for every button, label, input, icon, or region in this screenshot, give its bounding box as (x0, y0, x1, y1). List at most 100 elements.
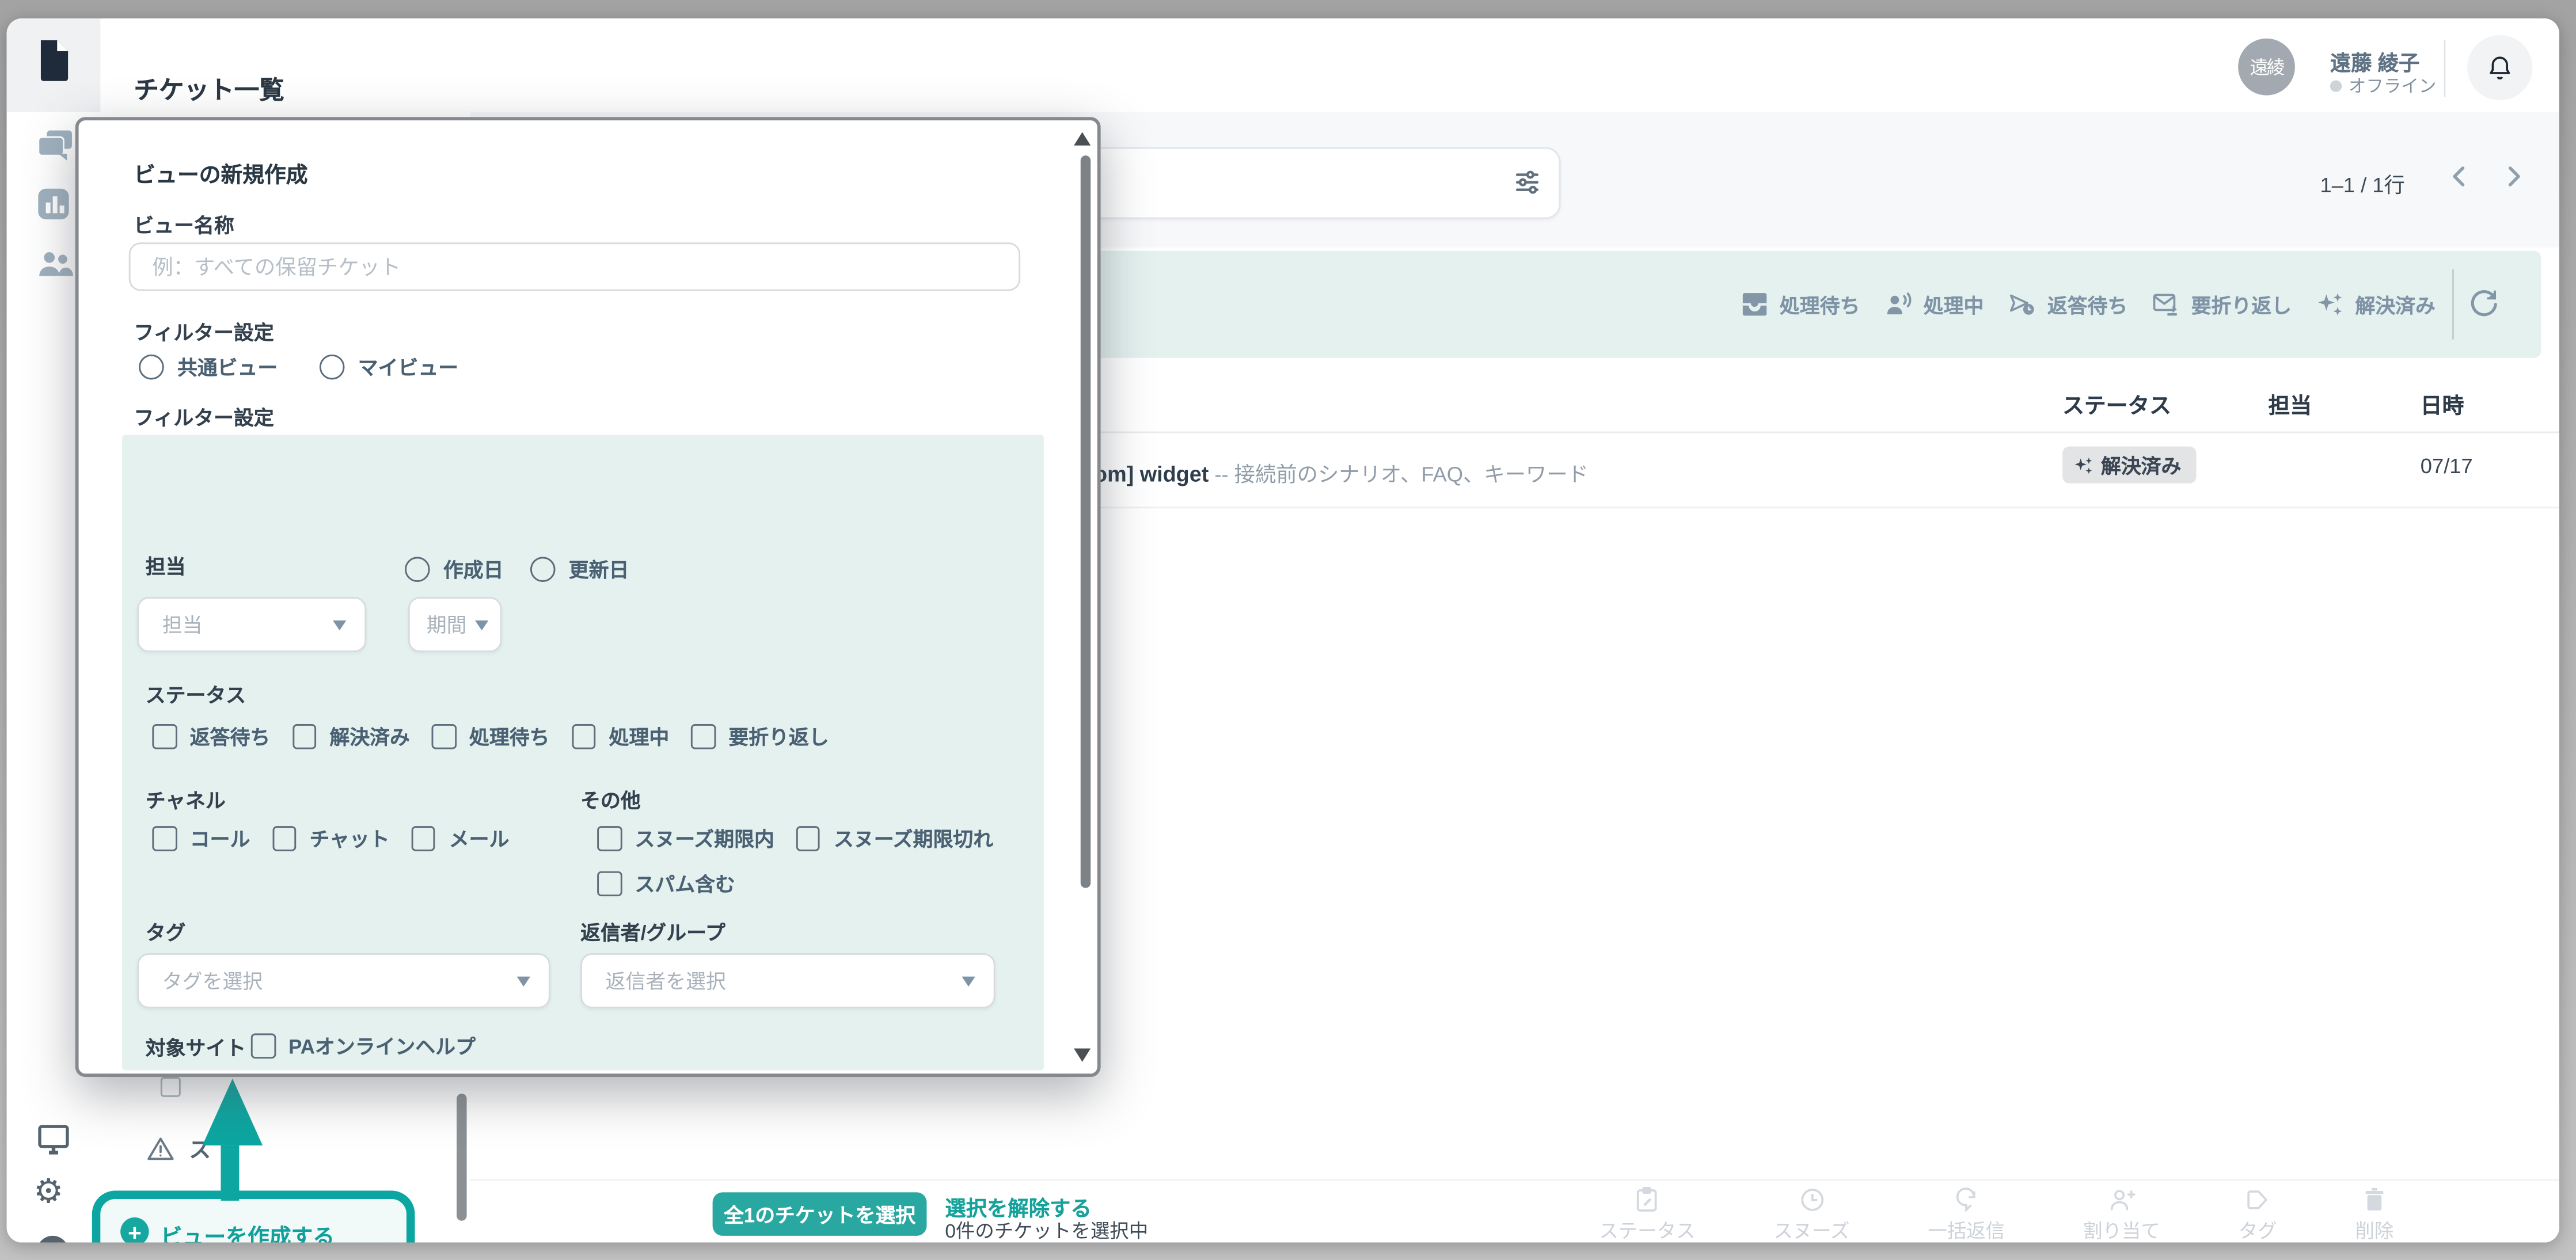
avatar[interactable]: 遠綾 (2238, 39, 2295, 96)
bulk-action-assign[interactable]: 割り当て (2083, 1186, 2160, 1243)
bulk-action-status[interactable]: ステータス (1599, 1186, 1695, 1243)
period-select[interactable]: 期間 (408, 597, 502, 652)
bulk-action-bulk-reply[interactable]: 一括返信 (1928, 1186, 2005, 1243)
monitor-icon[interactable] (35, 1120, 72, 1157)
bulk-action-delete[interactable]: 削除 (2355, 1186, 2394, 1243)
help-icon[interactable]: ? (37, 1236, 69, 1243)
bulk-action-label: 削除 (2355, 1217, 2394, 1243)
person-voice-icon (1883, 290, 1913, 319)
create-view-button[interactable]: ビューを作成する (161, 1219, 335, 1243)
clock-icon (1798, 1186, 1826, 1214)
checkbox-callback[interactable]: 要折り返し (691, 722, 829, 751)
tickets-icon[interactable] (35, 39, 72, 75)
chevron-down-icon (333, 619, 346, 629)
view-name-input[interactable] (129, 242, 1020, 291)
filter-settings-label-2: フィルター設定 (134, 403, 273, 431)
radio-my-view[interactable]: マイビュー (320, 353, 458, 381)
responder-label: 返信者/グループ (580, 918, 725, 946)
filter-settings-label: フィルター設定 (134, 318, 273, 346)
modal-scrollbar[interactable] (1081, 155, 1091, 888)
checkbox-icon (796, 827, 820, 851)
create-view-modal: ビューの新規作成 ビュー名称 フィルター設定 共通ビュー マイビュー フィルター… (75, 117, 1101, 1077)
analytics-icon[interactable] (35, 185, 72, 222)
checkbox-chat[interactable]: チャット (272, 824, 389, 852)
views-item-spam[interactable]: ス (146, 1132, 211, 1164)
bulk-action-label: 割り当て (2083, 1217, 2160, 1243)
tag-icon (2243, 1186, 2271, 1214)
radio-icon (405, 557, 430, 582)
checkbox-snooze-within[interactable]: スヌーズ期限内 (597, 824, 774, 852)
sparkles-icon (2315, 290, 2345, 319)
customers-icon[interactable] (35, 244, 72, 281)
app-window: チケット一覧 遠綾 遠藤 綾子 オフライン (7, 18, 2559, 1243)
selected-count: 0件のチケットを選択中 (945, 1217, 1148, 1243)
checkbox-resolved[interactable]: 解決済み (292, 722, 410, 751)
ticket-subject-rest: -- 接続前のシナリオ、FAQ、キーワード (1209, 463, 1589, 487)
settings-gear-icon[interactable]: ⚙ (33, 1175, 63, 1209)
radio-label: 作成日 (443, 555, 504, 584)
view-name-label: ビュー名称 (134, 211, 234, 239)
checkbox-label: 要折り返し (728, 722, 829, 751)
assignee-select[interactable]: 担当 (137, 597, 366, 652)
radio-label: マイビュー (358, 353, 458, 381)
status-action-pending[interactable]: 処理待ち (1739, 290, 1860, 319)
toolbar-divider (2452, 269, 2454, 340)
filter-panel: 担当 作成日 更新日 担当 期間 (122, 435, 1044, 1070)
select-all-button[interactable]: 全1のチケットを選択 (713, 1192, 927, 1236)
radio-icon (530, 557, 556, 582)
radio-shared-view[interactable]: 共通ビュー (139, 353, 278, 381)
checkbox-include-spam[interactable]: スパム含む (597, 870, 735, 898)
other-label: その他 (580, 786, 641, 814)
user-status-label: オフライン (2349, 74, 2437, 99)
checkbox-icon (411, 827, 435, 851)
checkbox-snooze-expired[interactable]: スヌーズ期限切れ (796, 824, 994, 852)
status-action-resolved[interactable]: 解決済み (2315, 290, 2436, 319)
chevron-down-icon (475, 619, 488, 629)
chat-icon[interactable] (35, 125, 72, 162)
status-action-callback[interactable]: 要折り返し (2151, 290, 2292, 319)
checkbox-icon (432, 725, 456, 749)
tag-select[interactable]: タグを選択 (137, 953, 550, 1008)
filter-tune-icon[interactable] (1512, 168, 1542, 197)
bulk-action-tag[interactable]: タグ (2239, 1186, 2277, 1243)
pagination-prev-icon[interactable] (2447, 164, 2472, 189)
status-action-awaiting-reply[interactable]: 返答待ち (2007, 290, 2127, 319)
other-checkboxes-row1: スヌーズ期限内 スヌーズ期限切れ (597, 824, 993, 852)
checkbox-label: チャット (310, 824, 390, 852)
radio-created-date[interactable]: 作成日 (405, 555, 503, 584)
radio-updated-date[interactable]: 更新日 (530, 555, 629, 584)
checkbox-icon (152, 725, 176, 749)
checkbox-call[interactable]: コール (152, 824, 250, 852)
status-action-inprogress[interactable]: 処理中 (1883, 290, 1984, 319)
bell-icon (2486, 54, 2514, 82)
checkbox-pending[interactable]: 処理待ち (432, 722, 550, 751)
refresh-icon[interactable] (2467, 288, 2501, 321)
status-checkboxes: 返答待ち 解決済み 処理待ち 処理中 要折り返し (152, 722, 829, 751)
col-header-assignee[interactable]: 担当 (2268, 388, 2312, 420)
col-header-status[interactable]: ステータス (2062, 388, 2171, 420)
clipboard-edit-icon (1633, 1186, 1661, 1214)
checkbox-label: PAオンラインヘルプ (288, 1032, 476, 1060)
checkbox-site-pa-online-help[interactable]: PAオンラインヘルプ (251, 1032, 476, 1060)
checkbox-label: 解決済み (329, 722, 409, 751)
checkbox-mail[interactable]: メール (411, 824, 509, 852)
checkbox-icon (597, 827, 621, 851)
responder-select[interactable]: 返信者を選択 (580, 953, 995, 1008)
views-scrollbar[interactable] (457, 1094, 466, 1221)
partial-checkbox-icon[interactable] (161, 1077, 181, 1097)
site-checkbox-1: PAオンラインヘルプ (251, 1032, 476, 1060)
modal-scroll-up-icon[interactable] (1074, 132, 1091, 146)
status-action-label: 解決済み (2355, 290, 2435, 318)
other-checkboxes-row2: スパム含む (597, 870, 735, 898)
bulk-action-snooze[interactable]: スヌーズ (1773, 1186, 1849, 1243)
status-label: ステータス (146, 680, 246, 709)
checkbox-inprogress[interactable]: 処理中 (571, 722, 669, 751)
pagination-next-icon[interactable] (2501, 164, 2526, 189)
screenshot-stage: チケット一覧 遠綾 遠藤 綾子 オフライン (0, 0, 2576, 1260)
col-header-date[interactable]: 日時 (2421, 388, 2464, 420)
status-action-label: 要折り返し (2191, 290, 2292, 318)
notifications-button[interactable] (2467, 35, 2532, 100)
checkbox-awaiting-reply[interactable]: 返答待ち (152, 722, 270, 751)
select-placeholder: 返信者を選択 (582, 966, 726, 995)
modal-scroll-down-icon[interactable] (1074, 1049, 1091, 1062)
